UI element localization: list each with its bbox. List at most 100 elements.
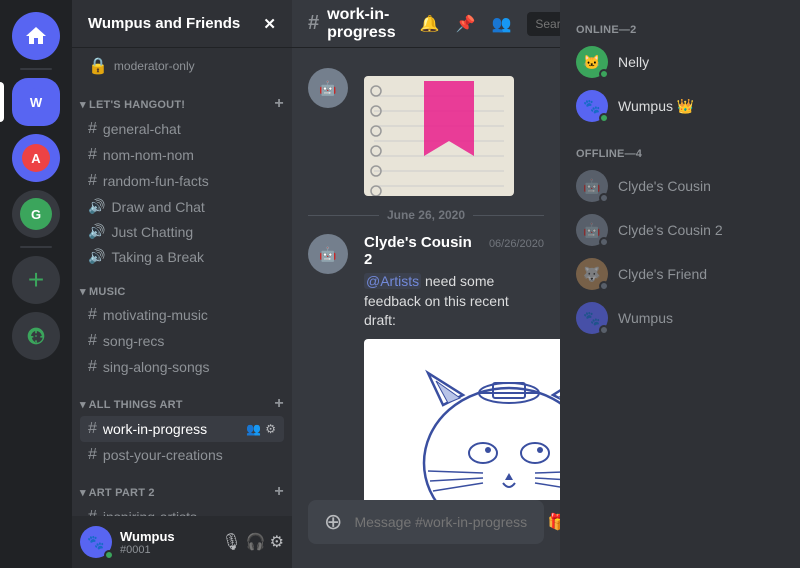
category-label: ▾ ALL THINGS ART: [80, 398, 183, 411]
category-art-part-2[interactable]: ▾ ART PART 2 +: [72, 468, 292, 504]
microphone-icon[interactable]: 🎙: [221, 532, 241, 552]
message-text: @Artists need some feedback on this rece…: [364, 272, 544, 331]
add-server-button[interactable]: +: [12, 256, 60, 304]
chat-input-area: ⊕ 🎁 GIF 😊: [292, 500, 560, 568]
main-content: # work-in-progress share the current dra…: [292, 0, 560, 568]
channel-item-draw-and-chat[interactable]: 🔊 Draw and Chat: [80, 194, 284, 219]
hash-icon: #: [88, 306, 97, 324]
add-attachment-button[interactable]: ⊕: [324, 509, 342, 535]
member-status-online-2: [599, 113, 609, 123]
channel-sidebar: Wumpus and Friends ✕ 🔒 moderator-only ▾ …: [72, 0, 292, 568]
message-username: Clyde's Cousin 2: [364, 234, 481, 268]
user-actions: 🎙 🎧 ⚙: [221, 532, 284, 552]
server-header[interactable]: Wumpus and Friends ✕: [72, 0, 292, 48]
member-avatar-nelly: 🐱: [576, 46, 608, 78]
channel-title: work-in-progress: [327, 6, 395, 42]
member-item-wumpus-online[interactable]: 🐾 Wumpus 👑: [568, 84, 792, 128]
member-name-clydes-friend: Clyde's Friend: [618, 266, 707, 282]
add-channel-button[interactable]: +: [274, 96, 284, 112]
settings-icon[interactable]: ⚙: [265, 422, 276, 436]
category-music[interactable]: ▾ MUSIC: [72, 269, 292, 302]
channel-header: # work-in-progress share the current dra…: [292, 0, 560, 48]
channel-actions: 👥 ⚙: [246, 422, 276, 436]
divider-line-right: [473, 215, 544, 216]
server-icon-2[interactable]: A: [12, 134, 60, 182]
member-status-online: [599, 69, 609, 79]
channel-item-song-recs[interactable]: # song-recs: [80, 328, 284, 354]
channel-item-post-your-creations[interactable]: # post-your-creations: [80, 442, 284, 468]
notification-bell-icon[interactable]: 🔔: [420, 14, 440, 34]
message-avatar: 🤖: [308, 68, 348, 108]
pin-icon[interactable]: 📌: [456, 14, 476, 34]
user-tag: #0001: [120, 544, 213, 556]
member-item-clydes-cousin-2[interactable]: 🤖 Clyde's Cousin 2: [568, 208, 792, 252]
date-divider: June 26, 2020: [292, 200, 560, 230]
channel-item-work-in-progress[interactable]: # work-in-progress 👥 ⚙: [80, 416, 284, 442]
category-label: ▾ ART PART 2: [80, 486, 155, 499]
channel-item-inspiring-artists[interactable]: # inspiring-artists: [80, 504, 284, 516]
hash-icon: #: [88, 446, 97, 464]
category-all-things-art[interactable]: ▾ ALL THINGS ART +: [72, 380, 292, 416]
hash-icon: #: [88, 172, 97, 190]
channel-item-sing-along-songs[interactable]: # sing-along-songs: [80, 354, 284, 380]
server-list: W A G +: [0, 0, 72, 568]
user-area: 🐾 Wumpus #0001 🎙 🎧 ⚙: [72, 516, 292, 568]
wumpus-server-icon[interactable]: W: [12, 78, 60, 126]
channel-list: 🔒 moderator-only ▾ LET'S HANGOUT! + # ge…: [72, 48, 292, 516]
message-content-clyde: Clyde's Cousin 2 06/26/2020 @Artists nee…: [364, 234, 544, 500]
members-icon[interactable]: 👥: [491, 14, 511, 34]
category-label: ▾ MUSIC: [80, 285, 126, 298]
members-icon[interactable]: 👥: [246, 422, 261, 436]
member-avatar-wumpus-offline: 🐾: [576, 302, 608, 334]
member-status-offline-3: [599, 281, 609, 291]
svg-text:G: G: [31, 207, 41, 222]
channel-item-taking-a-break[interactable]: 🔊 Taking a Break: [80, 244, 284, 269]
member-item-wumpus-offline[interactable]: 🐾 Wumpus: [568, 296, 792, 340]
svg-text:A: A: [31, 151, 41, 166]
settings-icon[interactable]: ⚙: [270, 532, 284, 552]
member-item-nelly[interactable]: 🐱 Nelly: [568, 40, 792, 84]
channel-item-nom-nom-nom[interactable]: # nom-nom-nom: [80, 142, 284, 168]
message-group: 🤖: [292, 64, 560, 200]
hash-icon: #: [88, 420, 97, 438]
member-name-wumpus-offline: Wumpus: [618, 310, 673, 326]
add-channel-button[interactable]: +: [274, 396, 284, 412]
add-channel-button[interactable]: +: [274, 484, 284, 500]
date-label: June 26, 2020: [387, 208, 465, 222]
server-divider: [20, 68, 52, 70]
home-server-icon[interactable]: [12, 12, 60, 60]
lock-icon: 🔒: [88, 56, 108, 76]
category-label: ▾ LET'S HANGOUT!: [80, 98, 185, 111]
member-avatar-wumpus-online: 🐾: [576, 90, 608, 122]
voice-icon: 🔊: [88, 223, 105, 240]
message-timestamp: 06/26/2020: [489, 238, 544, 250]
server-icon-3[interactable]: G: [12, 190, 60, 238]
channel-item-general-chat[interactable]: # general-chat: [80, 116, 284, 142]
voice-icon: 🔊: [88, 248, 105, 265]
user-avatar: 🐾: [80, 526, 112, 558]
image-attachment-notebook[interactable]: [364, 76, 514, 196]
channel-item-just-chatting[interactable]: 🔊 Just Chatting: [80, 219, 284, 244]
member-status-offline-1: [599, 193, 609, 203]
chat-input-box: ⊕ 🎁 GIF 😊: [308, 500, 544, 544]
mention-artists[interactable]: @Artists: [364, 273, 421, 289]
member-item-clydes-cousin[interactable]: 🤖 Clyde's Cousin: [568, 164, 792, 208]
member-avatar-clydes-cousin-2: 🤖: [576, 214, 608, 246]
image-attachment-cat[interactable]: [364, 339, 560, 500]
channel-item-motivating-music[interactable]: # motivating-music: [80, 302, 284, 328]
member-avatar-clydes-cousin: 🤖: [576, 170, 608, 202]
channel-item-random-fun-facts[interactable]: # random-fun-facts: [80, 168, 284, 194]
category-lets-hangout[interactable]: ▾ LET'S HANGOUT! +: [72, 80, 292, 116]
member-item-clydes-friend[interactable]: 🐺 Clyde's Friend: [568, 252, 792, 296]
headphones-icon[interactable]: 🎧: [246, 532, 266, 552]
channel-item-moderator-only[interactable]: 🔒 moderator-only: [80, 48, 284, 80]
member-name-nelly: Nelly: [618, 54, 649, 70]
message-group-clyde: 🤖 Clyde's Cousin 2 06/26/2020 @Artists n…: [292, 230, 560, 500]
hash-icon: #: [88, 332, 97, 350]
hash-icon: #: [88, 120, 97, 138]
member-name-wumpus-online: Wumpus 👑: [618, 98, 694, 115]
user-status-indicator: [104, 550, 114, 560]
online-header: ONLINE—2: [568, 16, 792, 40]
discover-server-button[interactable]: [12, 312, 60, 360]
message-input[interactable]: [354, 514, 535, 530]
